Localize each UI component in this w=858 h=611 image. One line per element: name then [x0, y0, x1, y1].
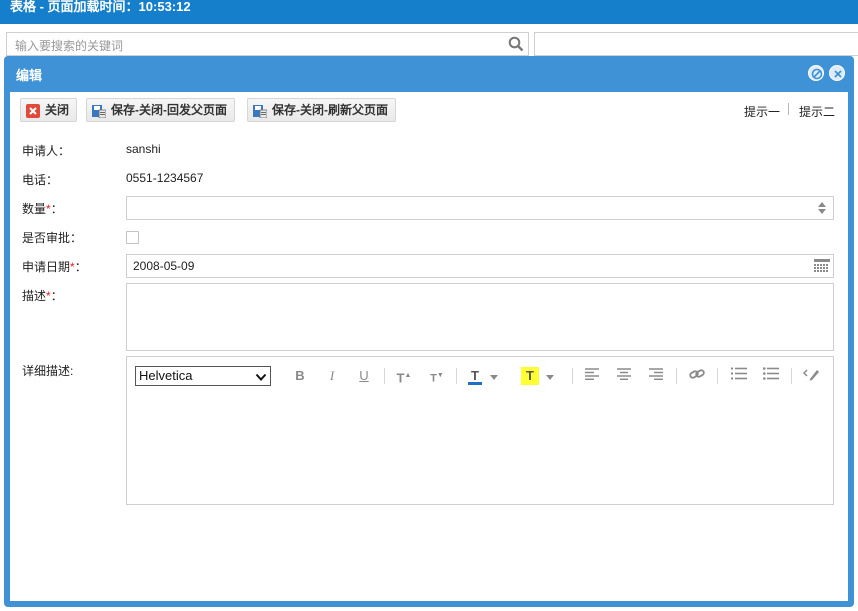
page-header-title: 表格 - 页面加载时间：10:53:12: [10, 0, 191, 14]
toolbar-separator: [717, 368, 718, 384]
approve-checkbox[interactable]: [126, 231, 139, 244]
font-family-value: Helvetica: [139, 368, 193, 383]
window-title: 编辑: [16, 68, 43, 83]
chevron-down-icon: [255, 370, 267, 388]
window-toolbar: 关闭 保存-关闭-回发父页面 保存-关闭-刷新父页面 提示一 提示二: [10, 92, 848, 128]
save-close-refresh-button[interactable]: 保存-关闭-刷新父页面: [247, 98, 396, 122]
toolbar-separator: [456, 368, 457, 384]
align-center-icon[interactable]: [615, 367, 633, 385]
description-label-text: 描述: [22, 289, 47, 303]
align-left-icon[interactable]: [583, 367, 601, 385]
label-colon: ：: [50, 202, 63, 216]
apply-date-value: 2008-05-09: [133, 259, 195, 273]
approve-label: 是否审批：: [22, 231, 83, 245]
applicant-value: sanshi: [126, 142, 161, 156]
apply-date-field[interactable]: 2008-05-09: [126, 254, 834, 278]
superscript-icon[interactable]: T▲: [395, 367, 413, 385]
search-icon[interactable]: [508, 36, 524, 52]
phone-label: 电话：: [22, 173, 59, 187]
quantity-label: 数量*：: [22, 200, 63, 217]
search-placeholder: 输入要搜索的关键词: [15, 39, 124, 53]
quantity-stepper[interactable]: [126, 196, 834, 220]
highlight-color-icon[interactable]: T: [521, 367, 539, 385]
description-textarea[interactable]: [126, 283, 834, 351]
font-color-chevron-down-icon[interactable]: [489, 371, 499, 385]
subscript-icon[interactable]: T▼: [428, 367, 446, 385]
save-close-postback-button[interactable]: 保存-关闭-回发父页面: [86, 98, 235, 122]
secondary-field[interactable]: [534, 32, 858, 56]
font-color-bar: [468, 382, 482, 385]
bullet-list-icon[interactable]: [762, 367, 780, 385]
close-red-icon: [26, 103, 40, 118]
font-color-glyph: T: [471, 368, 479, 383]
apply-date-label: 申请日期*：: [22, 258, 87, 275]
phone-value: 0551-1234567: [126, 171, 204, 185]
italic-icon[interactable]: I: [323, 367, 341, 385]
subscript-glyph: T: [430, 372, 437, 385]
edit-window: 编辑 关闭 保存-关闭-回发父页面 保存-关闭-刷新父页面 提示一 提示二 申请…: [4, 56, 854, 607]
hint-separator: [788, 103, 789, 115]
label-colon: ：: [50, 289, 63, 303]
calendar-icon[interactable]: [814, 259, 830, 276]
spinner-arrows-icon[interactable]: [817, 200, 827, 219]
close-button[interactable]: 关闭: [20, 98, 78, 122]
save-close-postback-label: 保存-关闭-回发父页面: [111, 103, 227, 117]
align-right-icon[interactable]: [647, 367, 665, 385]
toolbar-separator: [676, 368, 677, 384]
hint-two-link[interactable]: 提示二: [799, 103, 835, 120]
toolbar-separator: [572, 368, 573, 384]
close-icon[interactable]: [829, 65, 845, 81]
link-icon[interactable]: [688, 367, 706, 385]
font-color-icon[interactable]: T: [466, 367, 484, 385]
font-family-select[interactable]: Helvetica: [135, 366, 271, 386]
save-close-refresh-label: 保存-关闭-刷新父页面: [272, 103, 388, 117]
maximize-icon[interactable]: [808, 65, 824, 81]
editor-toolbar: Helvetica B I U T▲ T▼ T T: [127, 357, 833, 393]
underline-icon[interactable]: U: [355, 367, 373, 385]
save-disk-icon: [253, 103, 268, 119]
close-button-label: 关闭: [45, 103, 70, 117]
detail-description-label: 详细描述:: [22, 364, 74, 378]
ordered-list-icon[interactable]: [730, 367, 748, 385]
toolbar-separator: [791, 368, 792, 384]
toolbar-separator: [384, 368, 385, 384]
source-edit-icon[interactable]: [802, 367, 821, 385]
description-label: 描述*：: [22, 287, 63, 304]
rich-text-editor[interactable]: Helvetica B I U T▲ T▼ T T: [126, 356, 834, 505]
superscript-glyph: T: [396, 370, 405, 386]
applicant-label: 申请人：: [22, 144, 71, 158]
bold-icon[interactable]: B: [291, 367, 309, 385]
page-header: 表格 - 页面加载时间：10:53:12: [0, 0, 858, 24]
window-body: 关闭 保存-关闭-回发父页面 保存-关闭-刷新父页面 提示一 提示二 申请人： …: [10, 92, 848, 601]
apply-date-label-text: 申请日期: [22, 260, 71, 274]
highlight-chevron-down-icon[interactable]: [545, 371, 555, 385]
save-disk-icon: [92, 103, 107, 119]
label-colon: ：: [74, 260, 87, 274]
quantity-label-text: 数量: [22, 202, 47, 216]
search-input[interactable]: 输入要搜索的关键词: [6, 32, 529, 56]
hint-one-link[interactable]: 提示一: [744, 103, 780, 120]
